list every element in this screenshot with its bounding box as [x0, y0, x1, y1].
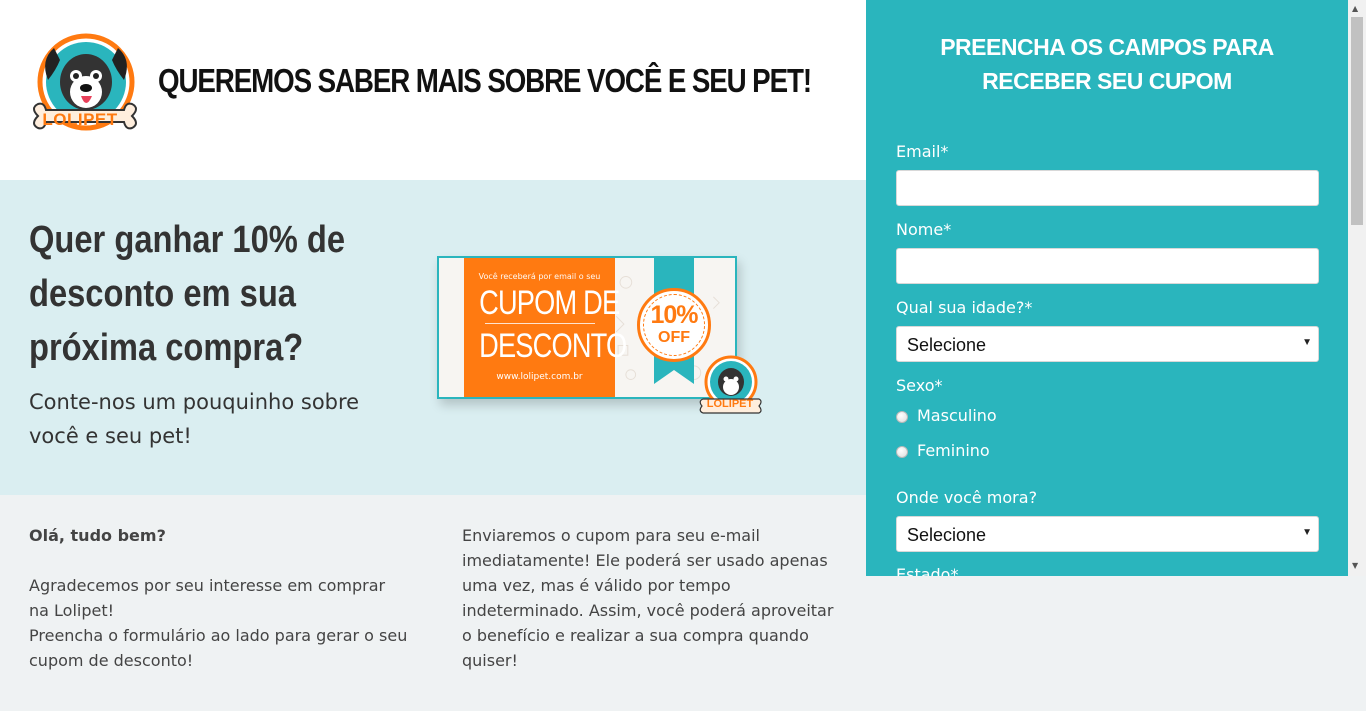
scroll-down-arrow-icon[interactable]: ▼: [1352, 561, 1358, 570]
sex-label: Sexo*: [896, 376, 943, 395]
location-select-value: Selecione: [907, 525, 987, 545]
coupon-title-line2: DESCONTO: [479, 327, 627, 365]
info-right-text: Enviaremos o cupom para seu e-mail imedi…: [462, 526, 834, 670]
coupon-small-text: Você receberá por email o seu: [478, 272, 601, 281]
info-left-column: Olá, tudo bem? Agradecemos por seu inter…: [29, 523, 409, 673]
radio-masculino[interactable]: [896, 411, 908, 423]
age-select[interactable]: Selecione ▼: [896, 326, 1319, 362]
coupon-image: Você receberá por email o seu CUPOM DE D…: [437, 256, 737, 399]
hero-subtext: Conte-nos um pouquinho sobre você e seu …: [29, 390, 360, 448]
location-select[interactable]: Selecione ▼: [896, 516, 1319, 552]
logo-text: LOLIPET: [42, 110, 118, 129]
coupon-title-line1: CUPOM DE: [479, 284, 620, 322]
badge-off: OFF: [658, 329, 690, 346]
scroll-up-arrow-icon[interactable]: ▲: [1352, 4, 1358, 13]
email-label: Email*: [896, 142, 949, 161]
badge-percent: 10%: [650, 301, 698, 329]
hero-section: Quer ganhar 10% de desconto em sua próxi…: [0, 180, 866, 495]
greeting: Olá, tudo bem?: [29, 526, 166, 545]
age-select-value: Selecione: [907, 335, 987, 355]
name-field[interactable]: [896, 248, 1319, 284]
age-label: Qual sua idade?*: [896, 298, 1033, 317]
info-left-text: Agradecemos por seu interesse em comprar…: [29, 576, 408, 670]
radio-label-feminino: Feminino: [917, 441, 990, 460]
page-title: QUEREMOS SABER MAIS SOBRE VOCÊ E SEU PET…: [158, 62, 812, 99]
email-field[interactable]: [896, 170, 1319, 206]
info-right-column: Enviaremos o cupom para seu e-mail imedi…: [462, 523, 847, 673]
coupon-url: www.lolipet.com.br: [496, 372, 583, 382]
chevron-down-icon: ▼: [1302, 527, 1312, 538]
location-label: Onde você mora?: [896, 488, 1038, 507]
hero-headline: Quer ganhar 10% de desconto em sua próxi…: [29, 219, 346, 369]
scroll-thumb[interactable]: [1351, 17, 1363, 225]
discount-badge: 10% OFF: [637, 288, 711, 362]
radio-feminino[interactable]: [896, 446, 908, 458]
coupon-logo-text: LOLIPET: [706, 398, 754, 410]
form-title: PREENCHA OS CAMPOS PARA RECEBER SEU CUPO…: [940, 34, 1274, 94]
name-label: Nome*: [896, 220, 952, 239]
page-header: LOLIPET QUEREMOS SABER MAIS SOBRE VOCÊ E…: [0, 0, 866, 180]
form-scrollbar[interactable]: ▲ ▼: [1348, 0, 1366, 576]
radio-label-masculino: Masculino: [917, 406, 997, 425]
coupon-divider: [484, 323, 595, 324]
coupon-panel: Você receberá por email o seu CUPOM DE D…: [464, 258, 627, 397]
coupon-logo-icon: [699, 355, 762, 414]
state-label: Estado*: [896, 565, 959, 576]
coupon-form-panel: PREENCHA OS CAMPOS PARA RECEBER SEU CUPO…: [866, 0, 1348, 576]
chevron-down-icon: ▼: [1302, 337, 1312, 348]
